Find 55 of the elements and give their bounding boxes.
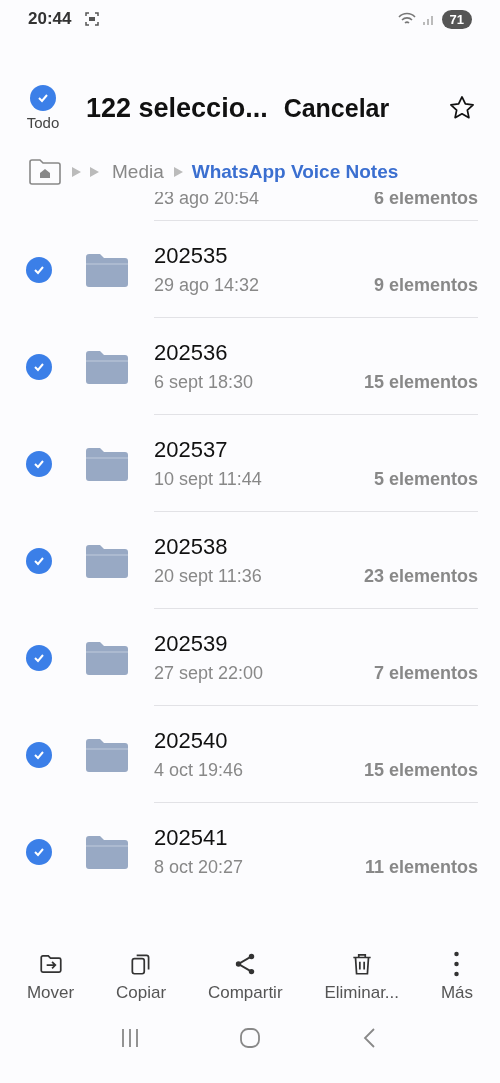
folder-icon xyxy=(86,543,128,578)
folder-name: 202536 xyxy=(154,339,229,366)
row-checkbox[interactable] xyxy=(26,741,52,768)
folder-date: 4 oct 19:46 xyxy=(154,759,244,781)
select-all-label: Todo xyxy=(26,114,60,131)
chevron-icon xyxy=(171,165,184,179)
item-count: 5 elementos xyxy=(373,468,478,490)
row-checkbox[interactable] xyxy=(26,353,52,380)
clock: 20:44 xyxy=(28,9,72,29)
folder-icon xyxy=(86,640,128,675)
more-button[interactable]: Más xyxy=(440,951,473,1003)
recents-icon[interactable] xyxy=(119,1027,141,1049)
item-count: 9 elementos xyxy=(373,274,478,296)
folder-date: 29 ago 14:32 xyxy=(154,274,260,296)
row-checkbox[interactable] xyxy=(26,644,52,671)
folder-name: 202541 xyxy=(154,825,229,851)
row-checkbox[interactable] xyxy=(26,547,52,574)
folder-name: 202537 xyxy=(154,436,229,463)
folder-icon xyxy=(86,446,128,481)
folder-icon xyxy=(86,349,128,384)
copy-button[interactable]: Copiar xyxy=(116,951,167,1003)
folder-date: 27 sept 22:00 xyxy=(154,662,264,684)
row-checkbox[interactable] xyxy=(26,256,52,283)
wifi-icon xyxy=(397,12,416,26)
home-folder-icon[interactable] xyxy=(28,158,62,186)
more-icon xyxy=(454,951,460,977)
delete-button[interactable]: Eliminar... xyxy=(324,951,400,1003)
item-count: 7 elementos xyxy=(373,662,478,684)
row-checkbox[interactable] xyxy=(26,838,52,865)
folder-icon xyxy=(86,834,128,869)
folder-date: 10 sept 11:44 xyxy=(154,468,262,490)
item-count: 15 elementos xyxy=(363,759,478,781)
battery-indicator: 71 xyxy=(441,9,472,29)
folder-date: 6 sept 18:30 xyxy=(154,371,254,393)
item-count: 23 elementos xyxy=(363,565,478,587)
folder-name: 202539 xyxy=(154,630,229,657)
screenshot-icon xyxy=(85,12,100,26)
item-count: 15 elementos xyxy=(363,371,478,393)
folder-name: 202540 xyxy=(154,727,229,754)
row-checkbox[interactable] xyxy=(26,450,52,477)
folder-date: 23 ago 20:54 xyxy=(154,192,260,209)
folder-icon xyxy=(86,737,128,772)
folder-name: 202538 xyxy=(154,533,229,560)
folder-date: 20 sept 11:36 xyxy=(154,565,262,587)
home-icon[interactable] xyxy=(239,1027,261,1049)
share-button[interactable]: Compartir xyxy=(207,951,283,1003)
move-button[interactable]: Mover xyxy=(26,951,75,1003)
breadcrumb-item[interactable]: WhatsApp Voice Notes xyxy=(191,161,399,183)
selection-count-title: 122 seleccio... xyxy=(86,92,268,124)
select-all-checkbox[interactable] xyxy=(30,85,56,111)
folder-name: 202535 xyxy=(154,242,229,269)
item-count: 11 elementos xyxy=(364,857,478,878)
folder-icon xyxy=(86,252,128,287)
cancel-button[interactable]: Cancelar xyxy=(283,93,390,123)
folder-date: 8 oct 20:27 xyxy=(154,857,244,878)
